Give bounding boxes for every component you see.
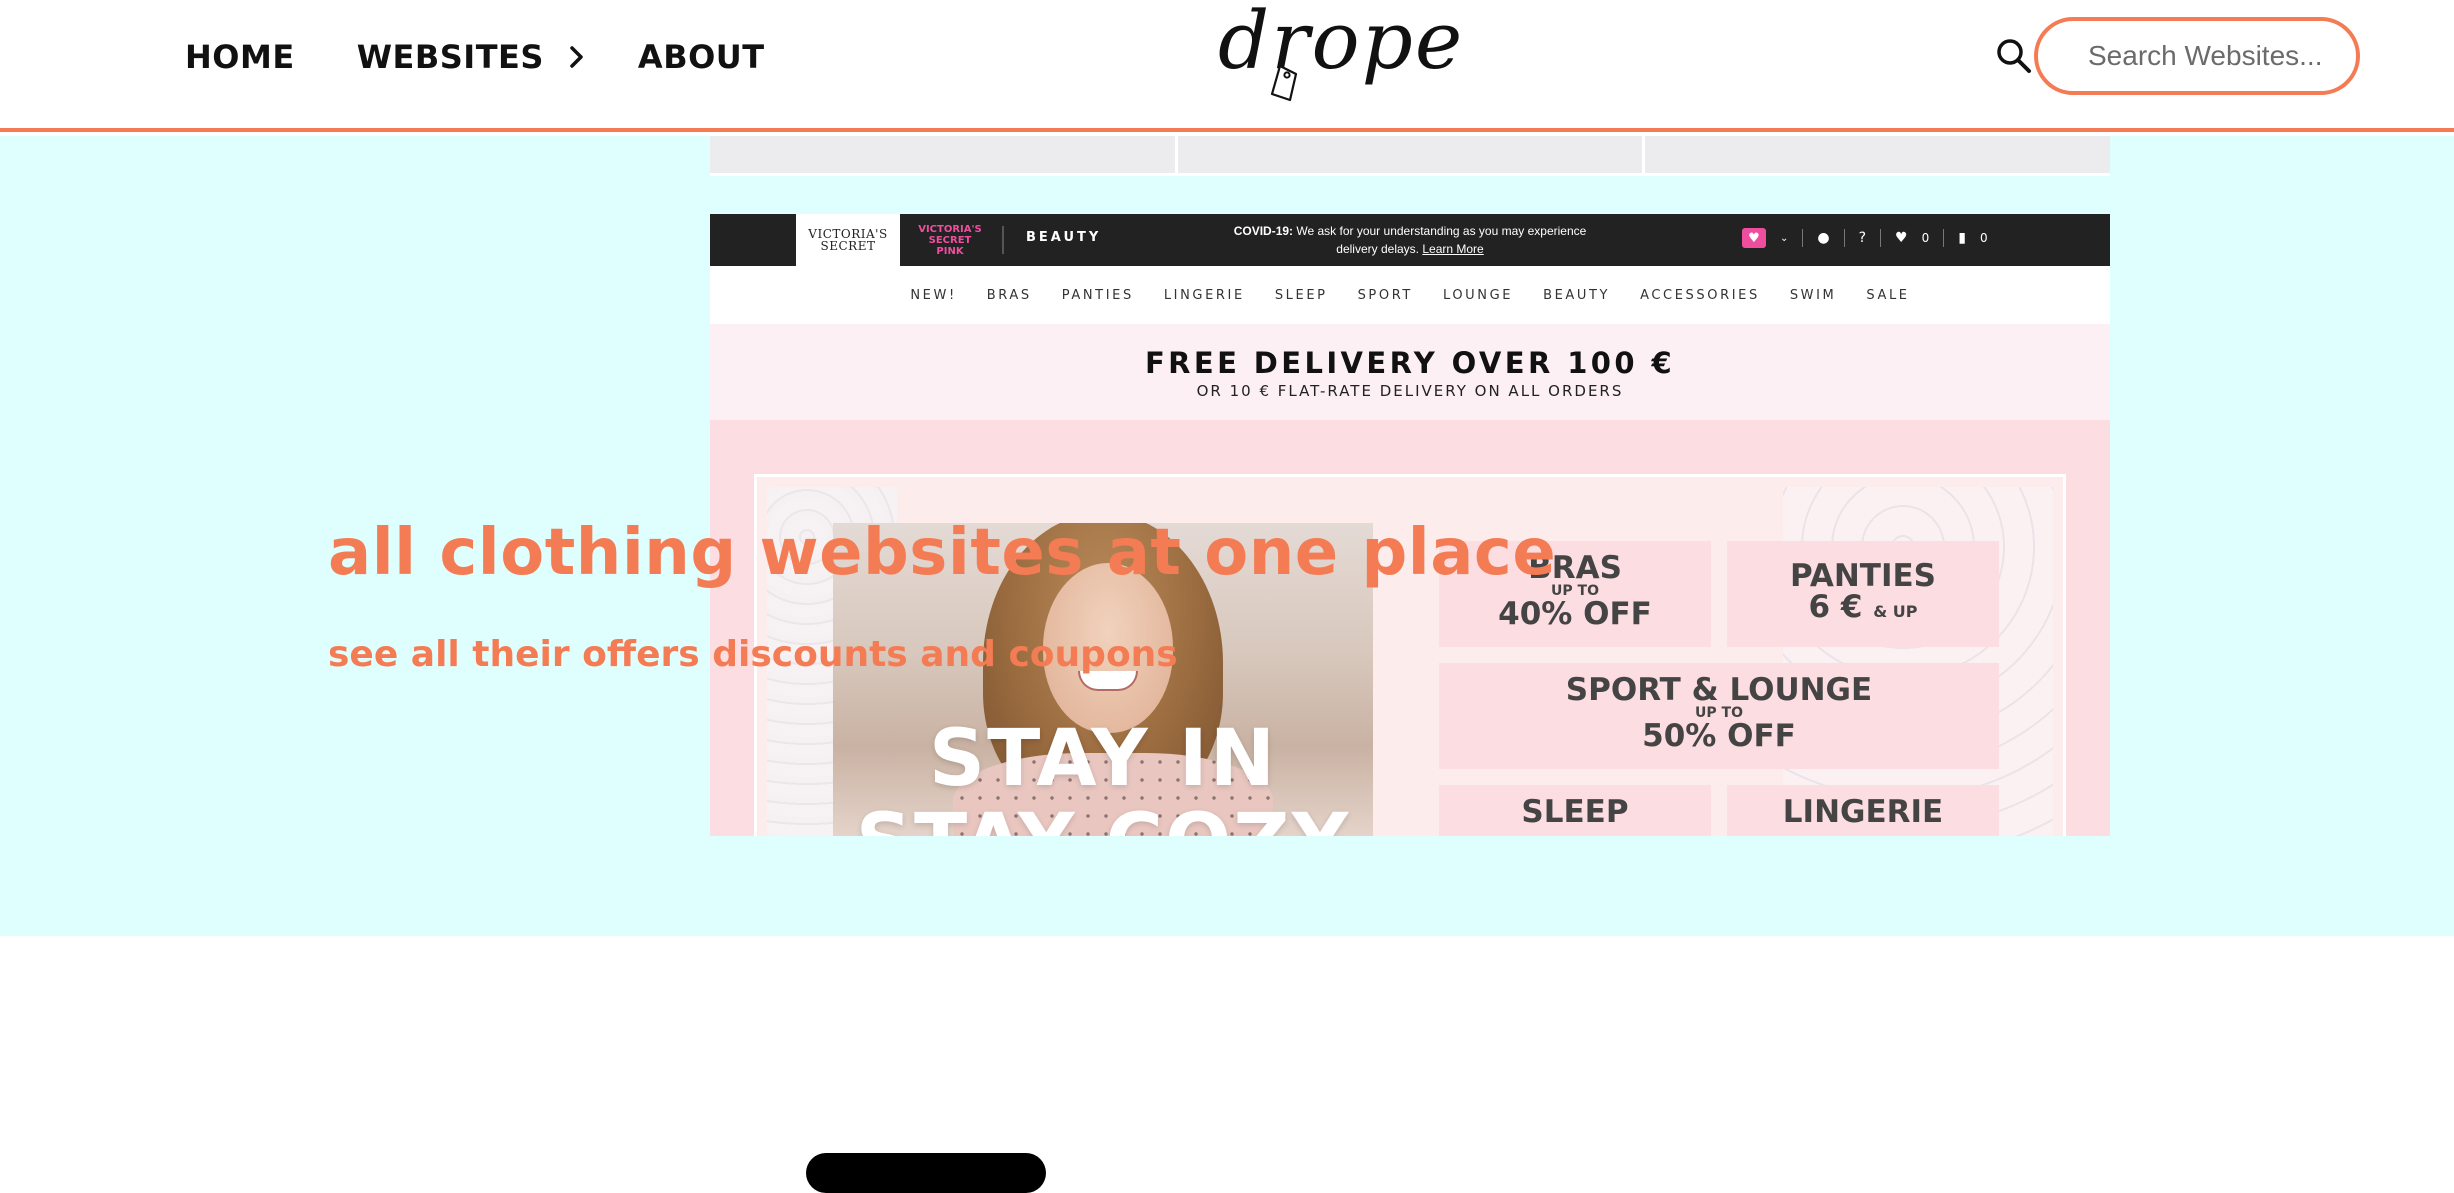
preview-bag-count: 0 [1979,231,1988,245]
preview-tile-panties: PANTIES 6 € & UP [1727,541,1999,647]
nav-websites[interactable]: WEBSITES [357,38,590,76]
preview-covid-text: We ask for your understanding as you may… [1296,224,1587,238]
preview-top-bar: VICTORIA'S SECRET VICTORIA'S SECRET PINK… [710,214,2110,266]
tile-sport-offer: 50% OFF [1642,718,1796,754]
preview-beauty-link: BEAUTY [1026,230,1102,245]
preview-banner: STAY IN STAY COZY BRAS UP TO 40% OFF PAN… [710,420,2110,836]
preview-pink-line: PINK [936,245,964,257]
logo-wordmark: drope [1218,0,1465,87]
hero-section: VICTORIA'S SECRET VICTORIA'S SECRET PINK… [0,136,2454,936]
preview-love-icon: ♥ [1742,228,1766,248]
tile-sleep-title: SLEEP [1521,794,1629,830]
preview-banner-headline: STAY IN STAY COZY [833,717,1373,836]
preview-brand-logo: VICTORIA'S SECRET [796,214,900,266]
preview-tile-lingerie: LINGERIE [1727,785,1999,836]
hero-title: all clothing websites at one place [328,516,1557,590]
preview-divider [1880,229,1882,247]
tile-panties-price: 6 € [1808,589,1863,625]
preview-covid-bold: COVID-19: [1233,224,1294,238]
preview-banner-line: STAY COZY [833,801,1373,836]
preview-tile-sport: SPORT & LOUNGE UP TO 50% OFF [1439,663,1999,769]
preview-menu-item: LOUNGE [1442,287,1514,303]
preview-pink-line: VICTORIA'S [918,223,982,235]
preview-menu-item: SPORT [1357,287,1413,303]
preview-menu-item: SWIM [1789,287,1837,303]
preview-promo-bar: FREE DELIVERY OVER 100 € OR 10 € FLAT-RA… [710,324,2110,420]
preview-wishlist-count: 0 [1921,231,1930,245]
preview-divider [1943,229,1945,247]
tile-sport-title: SPORT & LOUNGE [1565,672,1873,708]
preview-menu-item: SALE [1866,287,1910,303]
tile-panties-title: PANTIES [1790,558,1936,594]
preview-heart-icon: ♥ [1895,230,1908,246]
site-logo[interactable]: drope [1218,0,1462,112]
floral-pattern-image [1783,487,2053,836]
preview-strip [710,136,2111,176]
preview-strip-cell [710,136,1178,173]
nav-websites-label: WEBSITES [356,38,544,76]
hero-subtitle: see all their offers discounts and coupo… [328,634,1178,675]
bottom-pill-button[interactable] [806,1153,1046,1193]
preview-covid-link: Learn More [1422,242,1484,256]
preview-divider [1802,229,1804,247]
preview-menu-item: ACCESSORIES [1640,287,1760,303]
preview-utility-icons: ♥ ⌄ ● ? ♥ 0 ▮ 0 [1742,228,1988,248]
preview-menu-item: BRAS [986,287,1032,303]
preview-pink-logo: VICTORIA'S SECRET PINK [900,214,1000,266]
preview-user-icon: ● [1817,230,1830,246]
preview-divider [1843,229,1845,247]
preview-pink-line: SECRET [928,234,972,246]
site-header: HOME WEBSITES ABOUT drope [0,0,2454,132]
tile-bras-offer: 40% OFF [1498,596,1652,632]
preview-divider [1002,226,1004,254]
search-icon[interactable] [1994,36,2034,76]
preview-menu-item: BEAUTY [1543,287,1611,303]
chevron-right-icon [570,46,583,68]
preview-help: ? [1858,230,1867,246]
tile-lingerie-title: LINGERIE [1782,794,1944,830]
preview-menu-item: NEW! [910,287,957,303]
preview-covid-text2: delivery delays. [1336,242,1419,256]
preview-strip-cell [1645,136,2111,173]
tile-panties-price-row: 6 € & UP [1727,592,1999,627]
preview-tile-sleep: SLEEP [1439,785,1711,836]
preview-category-nav: NEW! BRAS PANTIES LINGERIE SLEEP SPORT L… [710,266,2110,324]
preview-menu-item: PANTIES [1061,287,1134,303]
nav-home[interactable]: HOME [185,38,295,76]
main-nav: HOME WEBSITES ABOUT [185,38,765,76]
preview-brand-logo-line: SECRET [820,239,876,253]
preview-strip-cell [1177,136,1646,173]
preview-menu-item: LINGERIE [1163,287,1245,303]
preview-covid-notice: COVID-19: We ask for your understanding … [1210,222,1610,258]
tile-panties-small: & UP [1873,602,1918,621]
preview-banner-line: STAY IN [928,714,1278,804]
price-tag-icon [1270,64,1298,102]
preview-bag-icon: ▮ [1958,230,1966,246]
nav-about[interactable]: ABOUT [638,38,765,76]
preview-promo-sub: OR 10 € FLAT-RATE DELIVERY ON ALL ORDERS [1196,382,1624,400]
search-input[interactable] [2034,17,2360,95]
preview-chevron-down-icon: ⌄ [1780,232,1789,244]
preview-promo-main: FREE DELIVERY OVER 100 € [1144,346,1676,380]
preview-menu-item: SLEEP [1274,287,1328,303]
